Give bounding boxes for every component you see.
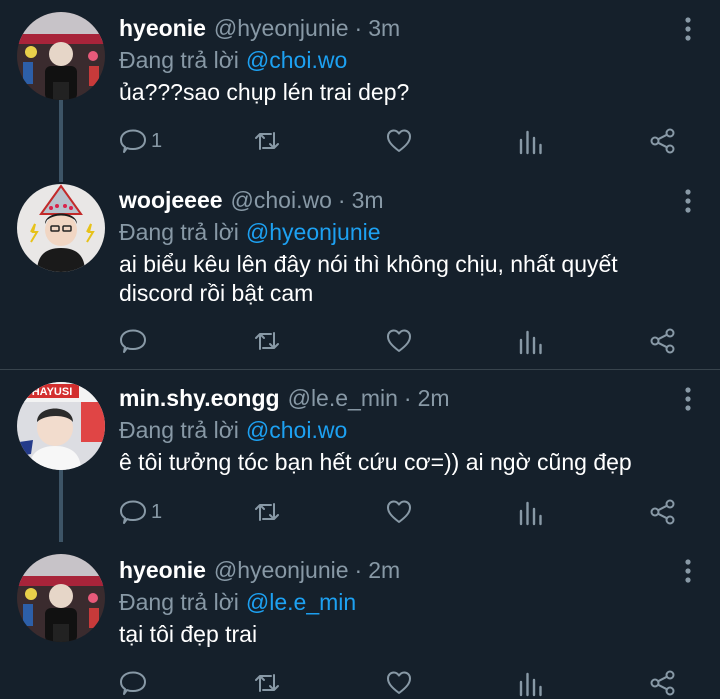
user-handle[interactable]: @hyeonjunie (214, 557, 349, 584)
reply-to-link[interactable]: @hyeonjunie (246, 219, 381, 246)
display-name[interactable]: hyeonie (119, 15, 206, 42)
reply-count: 1 (151, 129, 163, 152)
share-icon (650, 328, 675, 354)
avatar-badge-text: HAYUSI (32, 386, 73, 398)
reply-button[interactable]: 1 (119, 126, 162, 156)
timestamp[interactable]: 3m (368, 15, 400, 42)
tweet[interactable]: hyeonie @hyeonjunie · 3m Đang trả lời @c… (0, 0, 720, 182)
reply-prefix: Đang trả lời (119, 588, 239, 615)
retweet-icon (255, 503, 279, 521)
heart-icon (387, 329, 411, 352)
separator-dot: · (337, 186, 346, 213)
heart-icon (387, 129, 411, 152)
tweet[interactable]: hyeonie @hyeonjunie · 2m Đang trả lời @l… (0, 542, 720, 699)
analytics-button[interactable] (517, 497, 545, 527)
like-button[interactable] (385, 326, 413, 356)
analytics-button[interactable] (517, 126, 545, 156)
tweet[interactable]: woojeeee @choi.wo · 3m Đang trả lời @hye… (0, 172, 720, 368)
avatar[interactable] (17, 554, 105, 642)
timestamp[interactable]: 3m (352, 187, 384, 214)
reply-icon (120, 329, 146, 353)
display-name[interactable]: woojeeee (119, 187, 223, 214)
reply-prefix: Đang trả lời (119, 46, 239, 73)
analytics-button[interactable] (517, 668, 545, 698)
reply-button[interactable] (119, 326, 151, 356)
retweet-button[interactable] (253, 668, 281, 698)
reply-count: 1 (151, 500, 163, 523)
reply-to-link[interactable]: @le.e_min (246, 589, 356, 616)
reply-to-link[interactable]: @choi.wo (246, 47, 347, 74)
retweet-icon (255, 674, 279, 692)
reply-to-link[interactable]: @choi.wo (246, 417, 347, 444)
analytics-icon (519, 130, 542, 155)
avatar-image (17, 554, 105, 642)
reply-prefix: Đang trả lời (119, 218, 239, 245)
heart-icon (387, 500, 411, 523)
user-handle[interactable]: @choi.wo (231, 187, 332, 214)
thread-line (59, 470, 63, 542)
timestamp[interactable]: 2m (418, 385, 450, 412)
reply-button[interactable] (119, 668, 151, 698)
avatar[interactable] (17, 184, 105, 272)
retweet-button[interactable] (253, 497, 281, 527)
reply-icon (120, 500, 146, 524)
analytics-icon (519, 330, 542, 355)
avatar-image (17, 184, 105, 272)
retweet-button[interactable] (253, 126, 281, 156)
share-icon (650, 670, 675, 696)
separator-dot: · (354, 556, 363, 583)
share-button[interactable] (649, 668, 677, 698)
separator-dot: · (403, 384, 412, 411)
analytics-button[interactable] (517, 326, 545, 356)
share-button[interactable] (649, 497, 677, 527)
like-button[interactable] (385, 497, 413, 527)
avatar-image (17, 12, 105, 100)
like-button[interactable] (385, 126, 413, 156)
analytics-icon (519, 501, 542, 526)
analytics-icon (519, 672, 542, 697)
tweet-text: ê tôi tưởng tóc bạn hết cứu cơ=)) ai ngờ… (119, 449, 632, 475)
display-name[interactable]: min.shy.eongg (119, 385, 280, 412)
share-button[interactable] (649, 126, 677, 156)
reply-button[interactable]: 1 (119, 497, 162, 527)
more-options-icon[interactable] (684, 558, 692, 584)
user-handle[interactable]: @hyeonjunie (214, 15, 349, 42)
more-options-icon[interactable] (684, 188, 692, 214)
more-options-icon[interactable] (684, 16, 692, 42)
thread-line (59, 100, 63, 182)
timestamp[interactable]: 2m (368, 557, 400, 584)
heart-icon (387, 671, 411, 694)
tweet[interactable]: HAYUSI min.shy.eongg @le.e_min · 2m Đang… (0, 370, 720, 542)
avatar-image: HAYUSI (17, 382, 105, 470)
separator-dot: · (354, 14, 363, 41)
user-handle[interactable]: @le.e_min (288, 385, 398, 412)
reply-icon (120, 129, 146, 153)
avatar[interactable]: HAYUSI (17, 382, 105, 470)
reply-icon (120, 671, 146, 695)
like-button[interactable] (385, 668, 413, 698)
retweet-button[interactable] (253, 326, 281, 356)
tweet-text: ủa???sao chụp lén trai dep? (119, 79, 410, 105)
tweet-feed: hyeonie @hyeonjunie · 3m Đang trả lời @c… (0, 0, 720, 699)
retweet-icon (255, 332, 279, 350)
share-icon (650, 128, 675, 154)
share-icon (650, 499, 675, 525)
share-button[interactable] (649, 326, 677, 356)
tweet-text: ai biểu kêu lên đây nói thì không chịu, … (119, 251, 618, 306)
more-options-icon[interactable] (684, 386, 692, 412)
retweet-icon (255, 132, 279, 150)
tweet-text: tại tôi đẹp trai (119, 621, 258, 647)
reply-prefix: Đang trả lời (119, 416, 239, 443)
display-name[interactable]: hyeonie (119, 557, 206, 584)
avatar[interactable] (17, 12, 105, 100)
